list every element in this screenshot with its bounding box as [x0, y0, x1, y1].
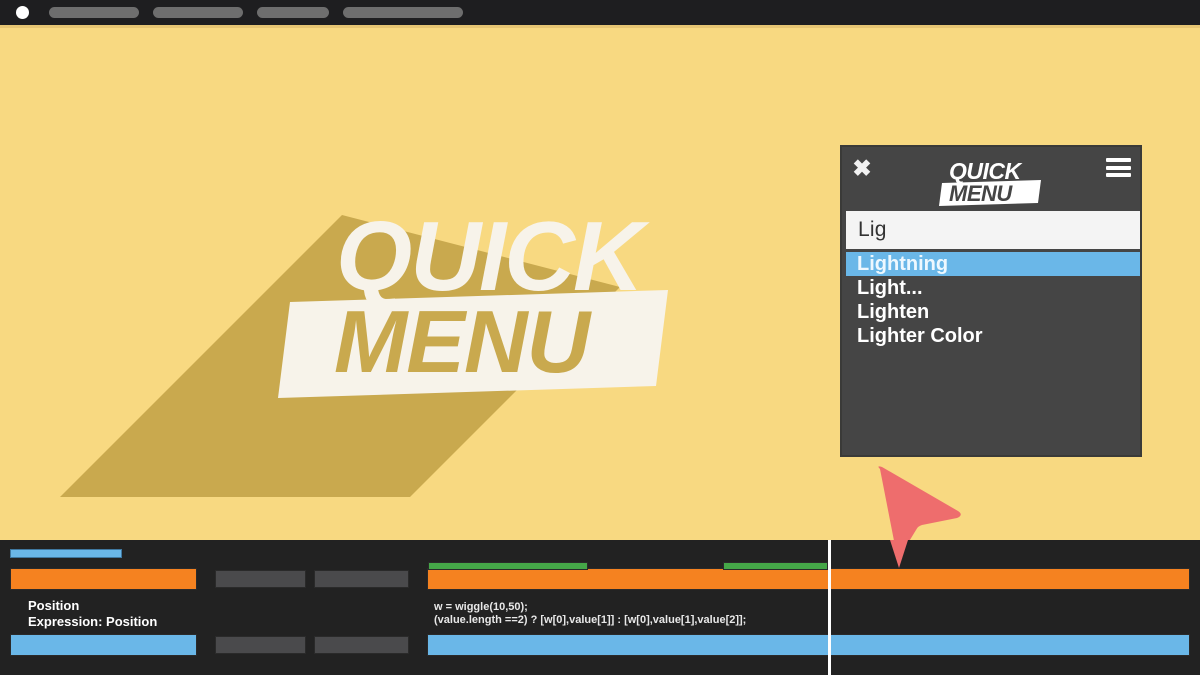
- quick-menu-logo: QUICK MENU: [937, 154, 1045, 206]
- timeline-playhead[interactable]: [828, 540, 831, 675]
- app-window: QUICK MENU ✖ QUICK MENU Lig Lightning Li…: [0, 0, 1200, 675]
- quick-menu-logo-line2: MENU: [949, 181, 1013, 206]
- title-bar: [0, 0, 1200, 25]
- value-bar-position[interactable]: [10, 634, 197, 656]
- canvas-top-border: [0, 25, 1200, 28]
- enabled-strip-1[interactable]: [428, 562, 588, 570]
- menu-placeholder-1[interactable]: [49, 7, 139, 18]
- property-bar-placeholder-2[interactable]: [314, 570, 409, 588]
- value-bar-placeholder-1[interactable]: [215, 636, 306, 654]
- menu-placeholder-2[interactable]: [153, 7, 243, 18]
- logo-line2-text: MENU: [334, 292, 593, 391]
- keyframe-bar-expression[interactable]: [427, 568, 1190, 590]
- timeline-marker-icon: [888, 540, 910, 570]
- result-item-light[interactable]: Light...: [846, 276, 1140, 300]
- menu-placeholder-3[interactable]: [257, 7, 329, 18]
- hamburger-menu-icon[interactable]: [1106, 158, 1131, 177]
- composition-canvas: QUICK MENU ✖ QUICK MENU Lig Lightning Li…: [0, 25, 1200, 540]
- property-bar-position[interactable]: [10, 568, 197, 590]
- search-input-value: Lig: [858, 218, 887, 241]
- search-results-list: Lightning Light... Lighten Lighter Color: [846, 252, 1140, 348]
- expression-code-line-2: (value.length ==2) ? [w[0],value[1]] : […: [434, 614, 747, 626]
- value-bar-expression[interactable]: [427, 634, 1190, 656]
- expression-code-line-1: w = wiggle(10,50);: [434, 601, 528, 613]
- enabled-strip-2[interactable]: [723, 562, 828, 570]
- result-item-lighter-color[interactable]: Lighter Color: [846, 324, 1140, 348]
- layer-property-label-1: Position: [28, 598, 80, 613]
- layer-property-label-2: Expression: Position: [28, 614, 158, 629]
- quick-menu-title-artwork: QUICK MENU: [60, 190, 690, 497]
- menu-placeholder-4[interactable]: [343, 7, 463, 18]
- result-item-lighten[interactable]: Lighten: [846, 300, 1140, 324]
- value-bar-placeholder-2[interactable]: [314, 636, 409, 654]
- window-dot-indicator: [16, 6, 29, 19]
- property-bar-placeholder-1[interactable]: [215, 570, 306, 588]
- search-input[interactable]: Lig: [846, 211, 1140, 249]
- timeline-progress-bar[interactable]: [10, 549, 122, 558]
- result-item-lightning[interactable]: Lightning: [846, 252, 1140, 276]
- quick-menu-panel[interactable]: ✖ QUICK MENU Lig Lightning Light... Ligh…: [840, 145, 1142, 457]
- close-icon[interactable]: ✖: [851, 157, 873, 180]
- quick-menu-header: ✖ QUICK MENU: [842, 147, 1140, 211]
